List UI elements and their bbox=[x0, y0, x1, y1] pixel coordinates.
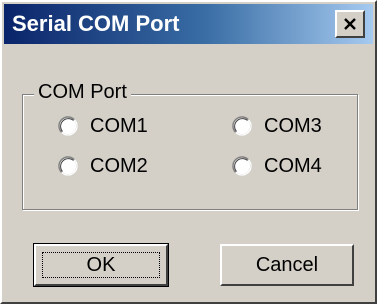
close-button[interactable] bbox=[335, 10, 365, 38]
radio-button-icon[interactable] bbox=[232, 116, 252, 136]
radio-button-icon[interactable] bbox=[58, 156, 78, 176]
dialog-title: Serial COM Port bbox=[12, 11, 180, 36]
radio-com2[interactable]: COM2 bbox=[58, 154, 148, 178]
serial-com-port-dialog: Serial COM Port COM Port COM1 COM2 COM3 … bbox=[0, 0, 377, 304]
ok-button[interactable]: OK bbox=[33, 243, 169, 287]
focus-rectangle bbox=[42, 252, 160, 278]
cancel-button[interactable]: Cancel bbox=[220, 244, 354, 286]
radio-button-icon[interactable] bbox=[58, 116, 78, 136]
com-port-groupbox bbox=[22, 94, 358, 210]
radio-label-com4: COM4 bbox=[264, 155, 322, 177]
radio-label-com3: COM3 bbox=[264, 115, 322, 137]
title-bar[interactable]: Serial COM Port bbox=[4, 4, 373, 44]
radio-com3[interactable]: COM3 bbox=[232, 114, 322, 138]
radio-com1[interactable]: COM1 bbox=[58, 114, 148, 138]
cancel-button-label: Cancel bbox=[255, 253, 319, 276]
close-icon bbox=[344, 18, 356, 30]
radio-label-com2: COM2 bbox=[90, 155, 148, 177]
radio-com4[interactable]: COM4 bbox=[232, 154, 322, 178]
radio-label-com1: COM1 bbox=[90, 115, 148, 137]
com-port-group-label: COM Port bbox=[34, 80, 131, 104]
radio-button-icon[interactable] bbox=[232, 156, 252, 176]
